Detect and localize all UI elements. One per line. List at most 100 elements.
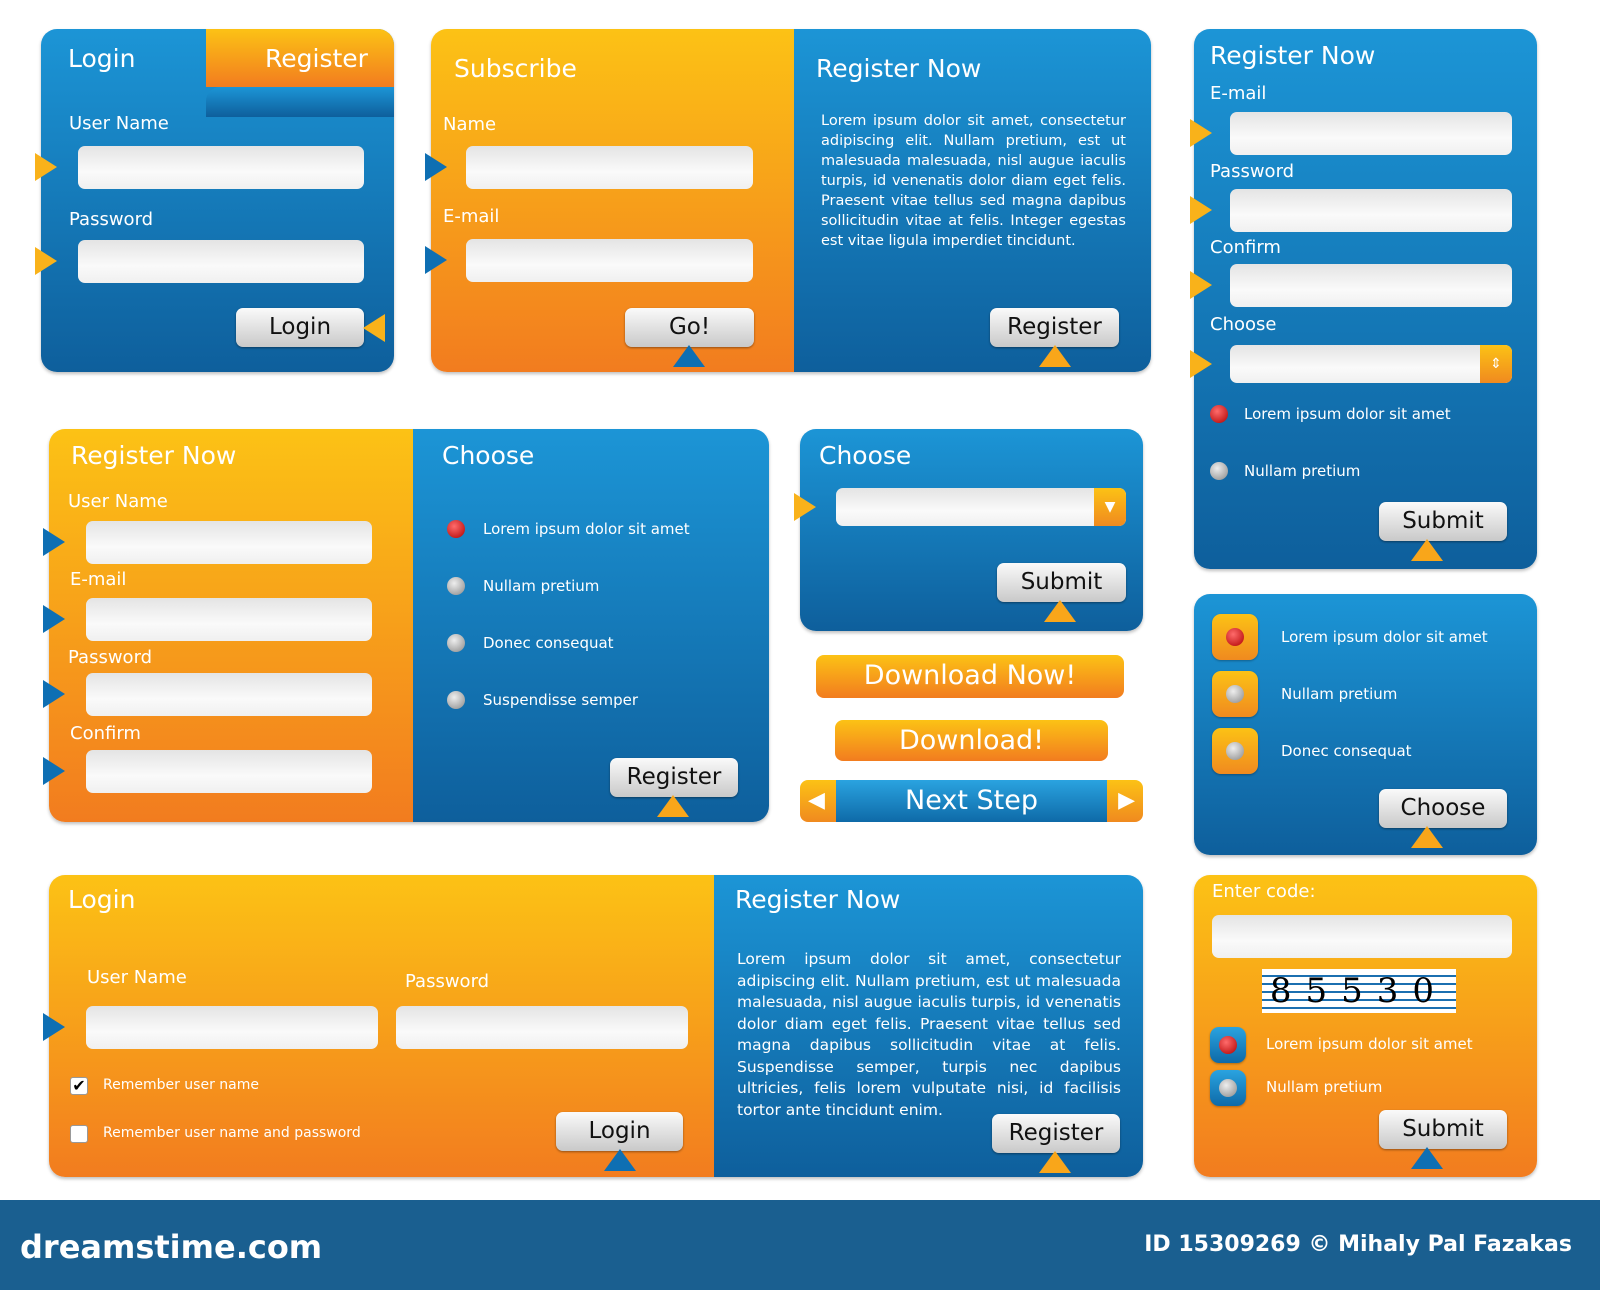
arrow-up-icon: [673, 345, 705, 367]
choose-select[interactable]: ▼: [836, 488, 1126, 526]
username-label: User Name: [87, 967, 187, 988]
radio-option-2[interactable]: [1212, 671, 1258, 717]
email-input[interactable]: [1230, 112, 1512, 155]
submit-button[interactable]: Submit: [1379, 1110, 1507, 1149]
password-input[interactable]: [1230, 189, 1512, 232]
arrow-up-icon: [1039, 345, 1071, 367]
code-input[interactable]: [1212, 915, 1512, 958]
confirm-input[interactable]: [86, 750, 372, 793]
register-button[interactable]: Register: [990, 308, 1119, 347]
arrow-up-icon: [604, 1149, 636, 1171]
email-label: E-mail: [70, 569, 127, 590]
password-input[interactable]: [396, 1006, 688, 1049]
captcha-image: 85530: [1262, 969, 1456, 1013]
radio-option-3[interactable]: [1212, 728, 1258, 774]
tab-login[interactable]: Login: [68, 44, 135, 73]
arrow-icon: [35, 153, 57, 181]
register-text: Lorem ipsum dolor sit amet, consectetur …: [737, 950, 1121, 1119]
option-label: Nullam pretium: [1281, 685, 1398, 703]
submit-button[interactable]: Submit: [997, 563, 1126, 602]
option-label: Lorem ipsum dolor sit amet: [1281, 628, 1488, 646]
choose-title: Choose: [442, 441, 535, 470]
arrow-icon: [43, 680, 65, 708]
confirm-input[interactable]: [1230, 264, 1512, 307]
arrow-icon: [43, 1013, 65, 1041]
confirm-label: Confirm: [70, 723, 141, 744]
username-input[interactable]: [86, 1006, 378, 1049]
login-button[interactable]: Login: [556, 1112, 683, 1151]
dreamstime-logo: dreamstime.com: [20, 1228, 323, 1266]
password-label: Password: [68, 647, 153, 668]
confirm-label: Confirm: [1210, 237, 1281, 258]
register-title: Register Now: [1210, 41, 1376, 70]
arrow-up-icon: [1411, 1147, 1443, 1169]
arrow-icon: [363, 314, 385, 342]
download-button[interactable]: Download!: [835, 720, 1108, 761]
next-step-label: Next Step: [836, 780, 1107, 822]
login-title: Login: [68, 885, 136, 914]
option-label: Donec consequat: [1281, 742, 1412, 760]
download-now-button[interactable]: Download Now!: [816, 655, 1124, 698]
tab-register[interactable]: Register: [265, 44, 368, 73]
remember-both-label: Remember user name and password: [103, 1125, 361, 1141]
arrow-icon: [43, 528, 65, 556]
option-label: Suspendisse semper: [483, 691, 638, 709]
username-input[interactable]: [86, 521, 372, 564]
email-input[interactable]: [466, 239, 753, 282]
password-input[interactable]: [78, 240, 364, 283]
captcha-panel: Enter code: 85530 Lorem ipsum dolor sit …: [1194, 875, 1537, 1177]
radio-option-4[interactable]: [447, 691, 465, 709]
arrow-icon: [1190, 271, 1212, 299]
login-register-wide-panel: Login User Name Password ✔ Remember user…: [43, 875, 1143, 1177]
radio-option-2[interactable]: [1210, 1070, 1246, 1106]
register-button[interactable]: Register: [992, 1114, 1120, 1153]
register-button[interactable]: Register: [610, 758, 738, 797]
arrow-icon: [425, 246, 447, 274]
arrow-up-icon: [1039, 1151, 1071, 1173]
name-input[interactable]: [466, 146, 753, 189]
option-label: Nullam pretium: [1244, 462, 1361, 480]
radio-option-1[interactable]: [1210, 1027, 1246, 1063]
chevron-down-icon[interactable]: ▼: [1094, 488, 1126, 526]
option-label: Nullam pretium: [483, 577, 600, 595]
email-label: E-mail: [443, 206, 500, 227]
email-label: E-mail: [1210, 83, 1267, 104]
register-form-right: Register Now E-mail Password Confirm Cho…: [1190, 29, 1537, 569]
arrow-icon: [1190, 350, 1212, 378]
option-label: Nullam pretium: [1266, 1078, 1383, 1096]
chevron-left-icon: ◀: [808, 788, 825, 813]
password-label: Password: [1210, 161, 1295, 182]
submit-button[interactable]: Submit: [1379, 502, 1507, 541]
remember-both-checkbox[interactable]: [70, 1125, 88, 1143]
option-label: Lorem ipsum dolor sit amet: [483, 520, 690, 538]
radio-option-1[interactable]: [1210, 405, 1228, 423]
username-input[interactable]: [78, 146, 364, 189]
choose-button[interactable]: Choose: [1379, 789, 1507, 828]
arrow-icon: [35, 247, 57, 275]
image-credit: ID 15309269 © Mihaly Pal Fazakas: [1144, 1232, 1572, 1257]
register-title: Register Now: [71, 441, 237, 470]
updown-icon[interactable]: ⇕: [1480, 345, 1512, 383]
radio-option-3[interactable]: [447, 634, 465, 652]
radio-option-1[interactable]: [447, 520, 465, 538]
password-input[interactable]: [86, 673, 372, 716]
password-label: Password: [405, 971, 490, 992]
radio-option-2[interactable]: [1210, 462, 1228, 480]
register-title: Register Now: [816, 54, 982, 83]
option-label: Lorem ipsum dolor sit amet: [1244, 405, 1451, 423]
go-button[interactable]: Go!: [625, 308, 754, 347]
arrow-icon: [43, 605, 65, 633]
arrow-icon: [1190, 119, 1212, 147]
next-step-button[interactable]: ◀ Next Step ▶: [800, 780, 1143, 822]
radio-option-1[interactable]: [1212, 614, 1258, 660]
footer-bar: dreamstime.com ID 15309269 © Mihaly Pal …: [0, 1200, 1600, 1290]
arrow-up-icon: [657, 795, 689, 817]
radio-option-2[interactable]: [447, 577, 465, 595]
subscribe-register-panel: Subscribe Name E-mail Go! Register Now L…: [425, 29, 1151, 372]
arrow-up-icon: [1411, 539, 1443, 561]
choose-select[interactable]: ⇕: [1230, 345, 1512, 383]
login-button[interactable]: Login: [236, 308, 364, 347]
remember-user-checkbox[interactable]: ✔: [70, 1077, 88, 1095]
email-input[interactable]: [86, 598, 372, 641]
name-label: Name: [443, 114, 497, 135]
